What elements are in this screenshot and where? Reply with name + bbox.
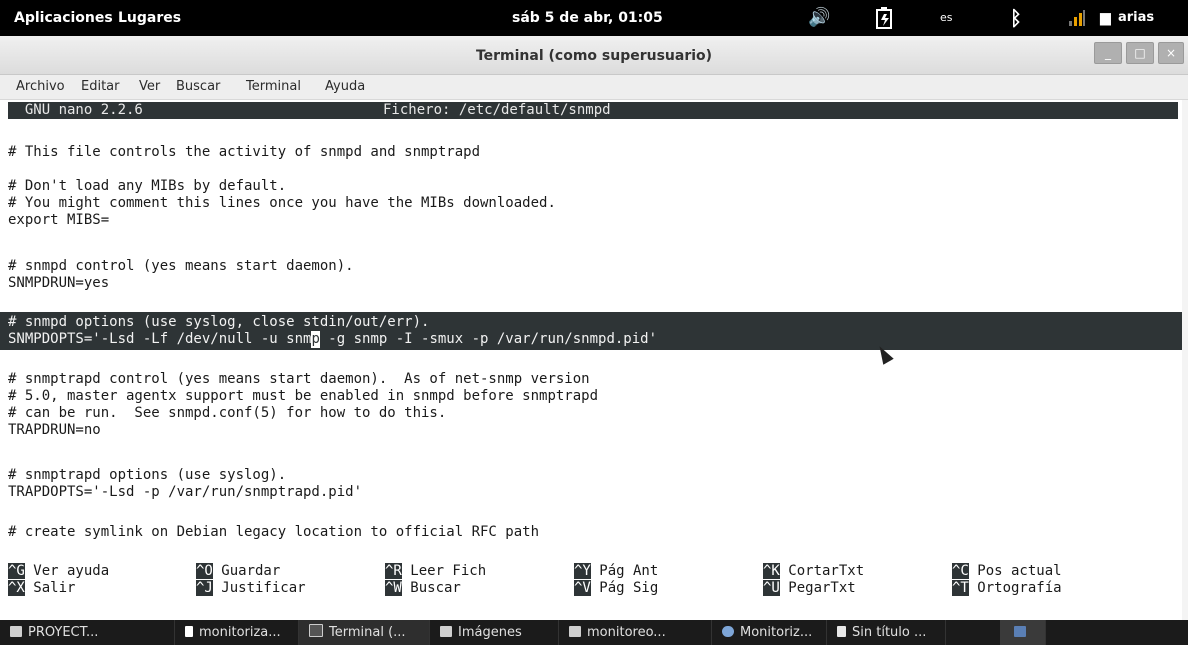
- nano-header: GNU nano 2.2.6 Fichero: /etc/default/snm…: [8, 102, 1178, 119]
- task-sin-titulo[interactable]: Sin título ...: [827, 620, 946, 645]
- shortcut-save: ^O Guardar: [196, 563, 281, 579]
- file-line: # snmpd control (yes means start daemon)…: [8, 258, 354, 274]
- file-line: export MIBS=: [8, 212, 110, 228]
- terminal-icon: [309, 624, 323, 637]
- menu-terminal[interactable]: Terminal: [246, 75, 301, 99]
- file-line: # create symlink on Debian legacy locati…: [8, 524, 540, 540]
- applications-menu[interactable]: Aplicaciones: [14, 0, 113, 36]
- task-proyecto[interactable]: PROYECT...: [0, 620, 175, 645]
- nano-filename: Fichero: /etc/default/snmpd: [383, 102, 611, 118]
- task-monitoreo[interactable]: monitoreo...: [559, 620, 712, 645]
- volume-icon[interactable]: 🔊: [808, 0, 830, 36]
- menu-editar[interactable]: Editar: [81, 75, 120, 99]
- file-line: # 5.0, master agentx support must be ena…: [8, 388, 599, 404]
- file-line: SNMPDRUN=yes: [8, 275, 110, 291]
- task-screenshot[interactable]: [1000, 620, 1046, 645]
- file-line: # You might comment this lines once you …: [8, 195, 556, 211]
- shortcut-next-page: ^V Pág Sig: [574, 580, 659, 596]
- file-line: # can be run. See snmpd.conf(5) for how …: [8, 405, 447, 421]
- shortcut-prev-page: ^Y Pág Ant: [574, 563, 659, 579]
- menu-archivo[interactable]: Archivo: [16, 75, 65, 99]
- text-file-icon: [837, 626, 846, 637]
- text-cursor: p: [311, 331, 320, 348]
- menubar: Archivo Editar Ver Buscar Terminal Ayuda: [0, 75, 1188, 100]
- window-icon: [569, 626, 581, 637]
- file-line: TRAPDRUN=no: [8, 422, 101, 438]
- clock[interactable]: sáb 5 de abr, 01:05: [512, 0, 663, 36]
- shortcut-uncut-text: ^U PegarTxt: [763, 580, 856, 596]
- shortcut-justify: ^J Justificar: [196, 580, 306, 596]
- shortcut-help: ^G Ver ayuda: [8, 563, 110, 579]
- task-monitorizacion[interactable]: monitoriza...: [175, 620, 299, 645]
- top-panel: Aplicaciones Lugares sáb 5 de abr, 01:05…: [0, 0, 1188, 36]
- window-titlebar[interactable]: Terminal (como superusuario) _ □ ×: [0, 36, 1188, 75]
- folder-icon: [10, 626, 22, 637]
- terminal-area[interactable]: GNU nano 2.2.6 Fichero: /etc/default/snm…: [0, 100, 1188, 620]
- file-line: TRAPDOPTS='-Lsd -p /var/run/snmptrapd.pi…: [8, 484, 363, 500]
- file-line: # This file controls the activity of snm…: [8, 144, 481, 160]
- close-button[interactable]: ×: [1158, 42, 1184, 64]
- file-line-selected: SNMPDOPTS='-Lsd -Lf /dev/null -u snmp -g…: [8, 331, 657, 348]
- shortcut-cut-text: ^K CortarTxt: [763, 563, 865, 579]
- shortcut-read-file: ^R Leer Fich: [385, 563, 487, 579]
- menu-ver[interactable]: Ver: [139, 75, 160, 99]
- file-line-selected: # snmpd options (use syslog, close stdin…: [8, 314, 430, 330]
- chat-icon[interactable]: ▆: [1100, 0, 1111, 36]
- folder-icon: [440, 626, 452, 637]
- text-before-cursor: SNMPDOPTS='-Lsd -Lf /dev/null -u snm: [8, 331, 312, 347]
- user-menu[interactable]: arias: [1118, 0, 1154, 36]
- document-icon: [185, 626, 193, 637]
- window-title: Terminal (como superusuario): [475, 48, 713, 64]
- maximize-button[interactable]: □: [1126, 42, 1154, 64]
- places-menu[interactable]: Lugares: [118, 0, 181, 36]
- menu-buscar[interactable]: Buscar: [176, 75, 220, 99]
- keyboard-layout[interactable]: es: [940, 0, 953, 36]
- browser-icon: [722, 626, 734, 637]
- scrollbar[interactable]: [1182, 100, 1188, 620]
- file-line: # snmptrapd options (use syslog).: [8, 467, 287, 483]
- shortcut-cur-pos: ^C Pos actual: [952, 563, 1062, 579]
- file-line: # snmptrapd control (yes means start dae…: [8, 371, 590, 387]
- battery-icon[interactable]: [874, 0, 896, 36]
- minimize-button[interactable]: _: [1094, 42, 1122, 64]
- menu-ayuda[interactable]: Ayuda: [325, 75, 365, 99]
- file-line: # Don't load any MIBs by default.: [8, 178, 287, 194]
- taskbar: PROYECT... monitoriza... Terminal (... I…: [0, 620, 1188, 645]
- shortcut-exit: ^X Salir: [8, 580, 76, 596]
- task-terminal[interactable]: Terminal (...: [299, 620, 430, 645]
- shortcut-spell: ^T Ortografía: [952, 580, 1062, 596]
- screenshot-icon: [1014, 626, 1026, 637]
- task-monitoriz[interactable]: Monitoriz...: [712, 620, 827, 645]
- shortcut-where-is: ^W Buscar: [385, 580, 461, 596]
- network-icon[interactable]: [1068, 0, 1086, 36]
- bluetooth-icon[interactable]: ᛒ: [1010, 0, 1022, 36]
- nano-version: GNU nano 2.2.6: [8, 102, 143, 118]
- text-after-cursor: -g snmp -I -smux -p /var/run/snmpd.pid': [319, 331, 658, 347]
- task-imagenes[interactable]: Imágenes: [430, 620, 559, 645]
